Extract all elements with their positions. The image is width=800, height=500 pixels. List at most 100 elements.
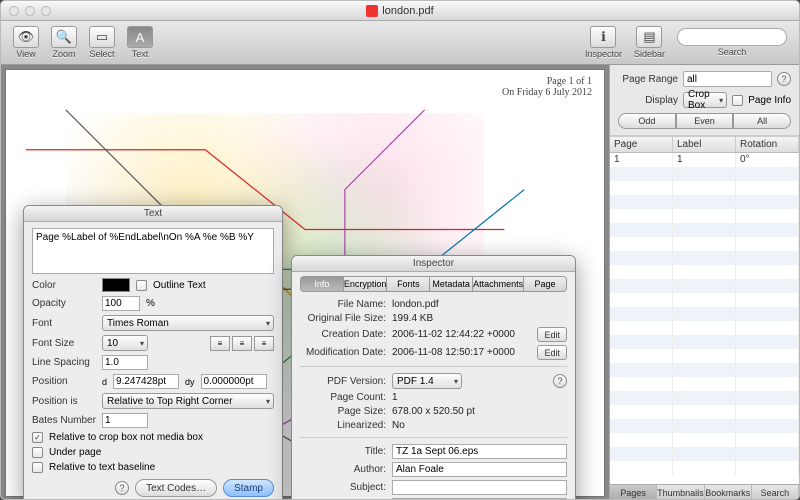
tab-search[interactable]: Search: [752, 485, 799, 500]
help-icon[interactable]: ?: [553, 374, 567, 388]
filename-value: london.pdf: [392, 299, 567, 310]
document-viewport[interactable]: Page 1 of 1 On Friday 6 July 2012 Text C…: [1, 65, 609, 500]
tab-metadata[interactable]: Metadata: [429, 276, 473, 292]
color-label: Color: [32, 280, 96, 291]
linearized-label: Linearized:: [300, 420, 386, 431]
stamp-text-input[interactable]: [32, 228, 274, 274]
page-counter-text: Page 1 of 1: [502, 76, 592, 87]
author-label: Author:: [300, 464, 386, 475]
divider: [300, 366, 567, 367]
linespacing-field[interactable]: 1.0: [102, 355, 148, 370]
toolbar-zoom[interactable]: 🔍 Zoom: [47, 26, 81, 59]
position-x-field[interactable]: 9.247428pt: [113, 374, 179, 389]
toolbar-right: ℹ Inspector ▤ Sidebar Search: [581, 26, 791, 59]
toolbar-view[interactable]: 👁 View: [9, 26, 43, 59]
origsize-value: 199.4 KB: [392, 313, 567, 324]
toolbar-inspector[interactable]: ℹ Inspector: [581, 26, 626, 59]
tab-bookmarks[interactable]: Bookmarks: [705, 485, 752, 500]
font-select[interactable]: Times Roman: [102, 315, 274, 331]
pagesize-value: 678.00 x 520.50 pt: [392, 406, 567, 417]
help-icon[interactable]: ?: [777, 72, 791, 86]
title-field[interactable]: TZ 1a Sept 06.eps: [392, 444, 567, 459]
position-label: Position: [32, 376, 96, 387]
page-range-label: Page Range: [618, 74, 678, 85]
tab-fonts[interactable]: Fonts: [386, 276, 430, 292]
app-window: london.pdf 👁 View 🔍 Zoom ▭ Select A Text: [0, 0, 800, 500]
outline-text-checkbox[interactable]: [136, 280, 147, 291]
tab-pages[interactable]: Pages: [610, 485, 657, 500]
window-title: london.pdf: [1, 5, 799, 17]
inspector-tabs: Info Encryption Fonts Metadata Attachmen…: [300, 276, 567, 292]
align-center-button[interactable]: ≡: [232, 336, 252, 351]
created-value: 2006-11-02 12:44:22 +0000: [392, 329, 531, 340]
search-input[interactable]: [677, 28, 787, 46]
opacity-field[interactable]: 100: [102, 296, 140, 311]
baseline-checkbox[interactable]: [32, 462, 43, 473]
opacity-label: Opacity: [32, 298, 96, 309]
created-edit-button[interactable]: Edit: [537, 327, 567, 342]
author-field[interactable]: Alan Foale: [392, 462, 567, 477]
pageinfo-checkbox[interactable]: [732, 95, 743, 106]
color-swatch[interactable]: [102, 278, 130, 292]
toolbar-inspector-label: Inspector: [585, 49, 622, 59]
cell-page: 1: [610, 153, 673, 167]
table-row: [610, 237, 799, 251]
toolbar-left: 👁 View 🔍 Zoom ▭ Select A Text: [9, 26, 157, 59]
underpage-label: Under page: [49, 447, 101, 458]
tab-encryption[interactable]: Encryption: [343, 276, 388, 292]
subject-field[interactable]: [392, 480, 567, 495]
text-panel-title: Text: [24, 206, 282, 222]
opacity-unit: %: [146, 298, 155, 309]
seg-all-button[interactable]: All: [733, 113, 791, 129]
toolbar-text-label: Text: [132, 49, 149, 59]
position-anchor-select[interactable]: Relative to Top Right Corner: [102, 393, 274, 409]
text-a-icon: A: [127, 26, 153, 48]
toolbar-select[interactable]: ▭ Select: [85, 26, 119, 59]
table-row: [610, 377, 799, 391]
modified-edit-button[interactable]: Edit: [537, 345, 567, 360]
toolbar-text[interactable]: A Text: [123, 26, 157, 59]
tab-info[interactable]: Info: [300, 276, 344, 292]
magnifier-icon: 🔍: [51, 26, 77, 48]
position-y-field[interactable]: 0.000000pt: [201, 374, 267, 389]
seg-odd-button[interactable]: Odd: [618, 113, 676, 129]
created-label: Creation Date:: [300, 329, 386, 340]
col-rotation[interactable]: Rotation: [736, 137, 799, 152]
inspector-panel-title: Inspector: [292, 256, 575, 272]
toolbar-sidebar[interactable]: ▤ Sidebar: [630, 26, 669, 59]
pages-table-body[interactable]: 1 1 0°: [610, 153, 799, 484]
text-codes-button[interactable]: Text Codes…: [135, 479, 217, 497]
table-row: [610, 419, 799, 433]
text-panel: Text Color Outline Text Opacity 100 %: [23, 205, 283, 500]
sidebar-controls: Page Range all ? Display Crop Box Page I…: [610, 65, 799, 136]
fontsize-select[interactable]: 10: [102, 335, 148, 351]
seg-even-button[interactable]: Even: [676, 113, 734, 129]
col-label[interactable]: Label: [673, 137, 736, 152]
help-icon[interactable]: ?: [115, 481, 129, 495]
info-icon: ℹ: [590, 26, 616, 48]
table-row: [610, 223, 799, 237]
table-row: [610, 181, 799, 195]
tab-page[interactable]: Page: [523, 276, 567, 292]
cropbox-checkbox[interactable]: [32, 432, 43, 443]
cell-label: 1: [673, 153, 736, 167]
bates-field[interactable]: 1: [102, 413, 148, 428]
align-left-button[interactable]: ≡: [210, 336, 230, 351]
page-range-field[interactable]: all: [683, 71, 772, 87]
underpage-checkbox[interactable]: [32, 447, 43, 458]
pdfver-select[interactable]: PDF 1.4: [392, 373, 462, 389]
table-row: [610, 293, 799, 307]
modified-value: 2006-11-08 12:50:17 +0000: [392, 347, 531, 358]
align-right-button[interactable]: ≡: [254, 336, 274, 351]
display-select[interactable]: Crop Box: [683, 92, 727, 108]
selection-icon: ▭: [89, 26, 115, 48]
stamp-button[interactable]: Stamp: [223, 479, 274, 497]
table-row: [610, 447, 799, 461]
tab-attachments[interactable]: Attachments: [472, 276, 524, 292]
tab-thumbnails[interactable]: Thumbnails: [657, 485, 705, 500]
inspector-panel: Inspector Info Encryption Fonts Metadata…: [291, 255, 576, 500]
table-row: [610, 307, 799, 321]
table-row[interactable]: 1 1 0°: [610, 153, 799, 167]
col-page[interactable]: Page: [610, 137, 673, 152]
position-dy-label: dy: [185, 377, 195, 387]
